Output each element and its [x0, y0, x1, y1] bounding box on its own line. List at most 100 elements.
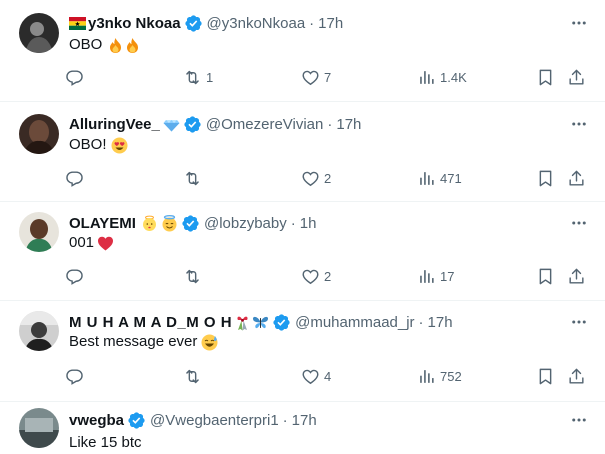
- ghana-flag-emoji: [69, 15, 86, 32]
- avatar[interactable]: [19, 212, 59, 252]
- display-name[interactable]: vwegba: [69, 412, 124, 429]
- share-button[interactable]: [567, 67, 586, 87]
- retweet-button[interactable]: 1: [183, 67, 213, 87]
- tweet[interactable]: y3nko Nkoaa @y3nkoNkoaa · 17h OBO 1 7 1.…: [0, 0, 605, 102]
- timestamp[interactable]: 17h: [292, 412, 317, 429]
- views-button[interactable]: 1.4K: [417, 67, 467, 87]
- replies-feed: y3nko Nkoaa @y3nkoNkoaa · 17h OBO 1 7 1.…: [0, 0, 605, 454]
- like-count: 2: [324, 268, 332, 284]
- views-button[interactable]: 471: [417, 168, 462, 188]
- tweet-text: Best message ever: [69, 333, 198, 351]
- bookmark-button[interactable]: [536, 168, 555, 188]
- red-heart-emoji: [97, 234, 114, 252]
- timestamp[interactable]: 17h: [336, 116, 361, 133]
- verified-badge-icon: [272, 313, 291, 332]
- like-button[interactable]: 7: [301, 67, 331, 87]
- tweet-actions: 4 752: [0, 366, 605, 386]
- analytics-icon: [420, 171, 434, 185]
- heart-icon: [302, 70, 319, 85]
- share-icon: [569, 69, 584, 85]
- tweet-text-row: OBO: [69, 36, 141, 54]
- like-button[interactable]: 2: [301, 168, 331, 188]
- like-button[interactable]: 2: [301, 266, 331, 286]
- timestamp[interactable]: 17h: [428, 314, 453, 331]
- reply-button[interactable]: [65, 168, 88, 188]
- avatar[interactable]: [19, 13, 59, 53]
- tweet-text: Like 15 btc: [69, 434, 142, 451]
- avatar[interactable]: [19, 311, 59, 351]
- share-icon: [569, 368, 584, 384]
- ribbon-emoji: [234, 314, 251, 331]
- fire-emoji: [107, 36, 124, 54]
- bookmark-button[interactable]: [536, 266, 555, 286]
- avatar[interactable]: [19, 114, 59, 154]
- separator-dot: ·: [418, 313, 424, 331]
- share-button[interactable]: [567, 266, 586, 286]
- timestamp[interactable]: 17h: [318, 15, 343, 32]
- share-button[interactable]: [567, 168, 586, 188]
- share-button[interactable]: [567, 366, 586, 386]
- tweet[interactable]: AlluringVee_ @OmezereVivian · 17h OBO! 2…: [0, 102, 605, 202]
- views-button[interactable]: 752: [417, 366, 462, 386]
- tweet[interactable]: M U H A M A D_M O H @muhammaad_jr · 17h …: [0, 301, 605, 402]
- analytics-icon: [420, 269, 434, 283]
- like-count: 2: [324, 170, 332, 186]
- baby-angel-emoji: [141, 215, 158, 232]
- tweet-header: AlluringVee_ @OmezereVivian · 17h: [69, 114, 361, 134]
- bookmark-button[interactable]: [536, 366, 555, 386]
- more-options-icon[interactable]: [569, 13, 589, 33]
- user-handle[interactable]: @y3nkoNkoaa: [207, 15, 306, 32]
- bookmark-icon: [539, 170, 552, 186]
- gem-emoji: [163, 116, 180, 133]
- display-name[interactable]: AlluringVee_: [69, 116, 160, 133]
- retweet-button[interactable]: [183, 266, 206, 286]
- butterfly-emoji: [252, 314, 269, 331]
- avatar[interactable]: [19, 408, 59, 448]
- more-options-icon[interactable]: [569, 312, 589, 332]
- retweet-count: 1: [206, 69, 214, 85]
- display-name[interactable]: OLAYEMI: [69, 215, 136, 232]
- tweet[interactable]: vwegba @Vwegbaenterpri1 · 17h Like 15 bt…: [0, 402, 605, 454]
- more-options-icon[interactable]: [569, 410, 589, 430]
- like-button[interactable]: 4: [301, 366, 331, 386]
- tweet-header: y3nko Nkoaa @y3nkoNkoaa · 17h: [69, 13, 343, 33]
- bookmark-icon: [539, 69, 552, 85]
- timestamp[interactable]: 1h: [300, 215, 317, 232]
- reply-button[interactable]: [65, 67, 88, 87]
- share-icon: [569, 268, 584, 284]
- tweet-header: M U H A M A D_M O H @muhammaad_jr · 17h: [69, 312, 453, 332]
- reply-button[interactable]: [65, 366, 88, 386]
- heart-icon: [302, 171, 319, 186]
- heart-icon: [302, 369, 319, 384]
- user-handle[interactable]: @muhammaad_jr: [295, 314, 414, 331]
- tweet-header: OLAYEMI @lobzybaby · 1h: [69, 213, 316, 233]
- separator-dot: ·: [290, 214, 296, 232]
- bookmark-button[interactable]: [536, 67, 555, 87]
- display-name[interactable]: M U H A M A D_M O H: [69, 314, 232, 331]
- heart-icon: [302, 269, 319, 284]
- user-handle[interactable]: @Vwegbaenterpri1: [150, 412, 279, 429]
- halo-face-emoji: [161, 214, 178, 232]
- view-count: 752: [440, 368, 462, 384]
- retweet-icon: [186, 369, 199, 383]
- sweat-smile-emoji: [201, 333, 218, 351]
- retweet-button[interactable]: [183, 366, 206, 386]
- tweet-actions: 2 17: [0, 266, 605, 286]
- tweet-header: vwegba @Vwegbaenterpri1 · 17h: [69, 410, 317, 430]
- verified-badge-icon: [184, 14, 203, 33]
- more-options-icon[interactable]: [569, 213, 589, 233]
- retweet-button[interactable]: [183, 168, 206, 188]
- fire-emoji: [124, 36, 141, 54]
- views-button[interactable]: 17: [417, 266, 454, 286]
- view-count: 1.4K: [440, 69, 467, 85]
- bookmark-icon: [539, 268, 552, 284]
- tweet[interactable]: OLAYEMI @lobzybaby · 1h 001 2 17: [0, 202, 605, 301]
- reply-button[interactable]: [65, 266, 88, 286]
- more-options-icon[interactable]: [569, 114, 589, 134]
- tweet-text-row: Best message ever: [69, 333, 218, 351]
- display-name[interactable]: y3nko Nkoaa: [88, 15, 181, 32]
- heart-eyes-emoji: [111, 136, 128, 154]
- user-handle[interactable]: @OmezereVivian: [206, 116, 324, 133]
- user-handle[interactable]: @lobzybaby: [204, 215, 287, 232]
- reply-icon: [66, 268, 83, 285]
